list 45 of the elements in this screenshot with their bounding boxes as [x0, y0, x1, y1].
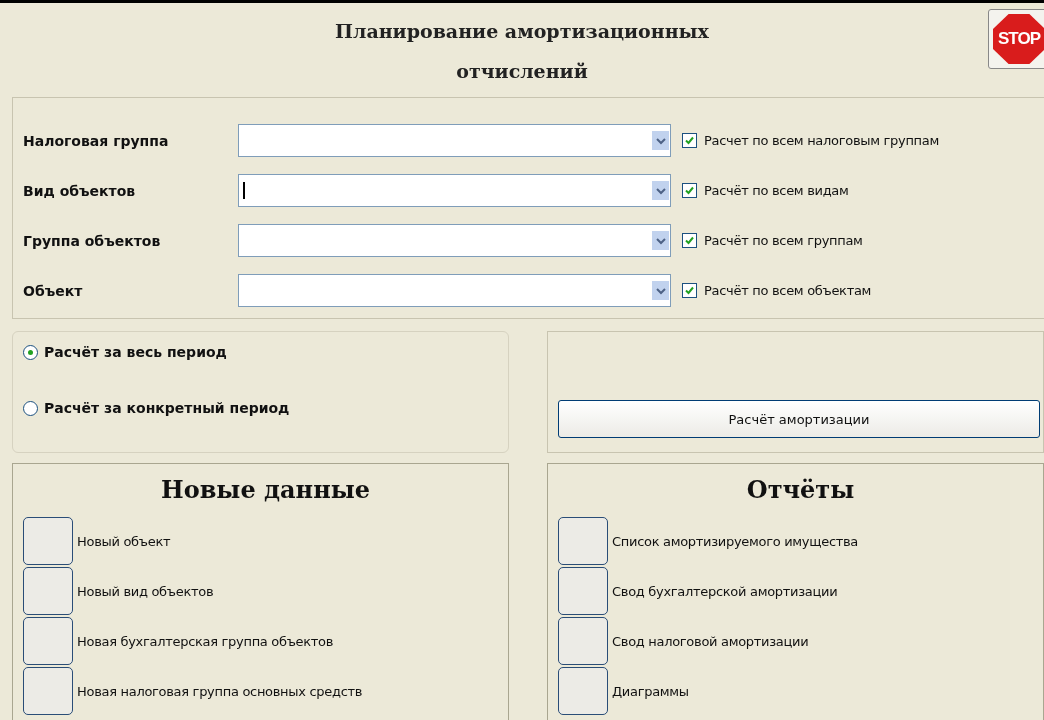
- combo-box[interactable]: [238, 224, 671, 257]
- field-label: Объект: [23, 282, 84, 299]
- checkbox[interactable]: [682, 133, 697, 148]
- combo-box[interactable]: [238, 174, 671, 207]
- radio-label: Расчёт за весь период: [44, 344, 227, 360]
- panel-heading: Новые данные: [159, 474, 372, 506]
- square-button[interactable]: [23, 667, 73, 715]
- button-label: Свод бухгалтерской амортизации: [612, 583, 838, 599]
- panel-heading: Отчёты: [745, 474, 856, 506]
- square-button[interactable]: [558, 517, 608, 565]
- checkbox[interactable]: [682, 283, 697, 298]
- combo-box[interactable]: [238, 274, 671, 307]
- radio-button[interactable]: [23, 400, 38, 416]
- square-button[interactable]: [558, 567, 608, 615]
- form-title: Планирование амортизационных отчислений: [334, 19, 710, 84]
- radio-button[interactable]: [23, 344, 38, 360]
- dropdown-icon[interactable]: [652, 231, 669, 250]
- square-button[interactable]: [23, 517, 73, 565]
- checkbox-label: Расчет по всем налоговым группам: [704, 133, 939, 148]
- button-label: Новый вид объектов: [77, 583, 214, 599]
- field-label: Вид объектов: [23, 182, 137, 199]
- calculate-button[interactable]: Расчёт амортизации: [558, 400, 1040, 438]
- dropdown-icon[interactable]: [652, 131, 669, 150]
- button-label: Новая налоговая группа основных средств: [77, 683, 363, 699]
- square-button[interactable]: [558, 667, 608, 715]
- square-button[interactable]: [558, 617, 608, 665]
- checkbox-label: Расчёт по всем объектам: [704, 283, 872, 298]
- checkbox-label: Расчёт по всем видам: [704, 183, 849, 198]
- checkbox-label: Расчёт по всем группам: [704, 233, 863, 248]
- checkbox[interactable]: [682, 233, 697, 248]
- dropdown-icon[interactable]: [652, 281, 669, 300]
- stop-button[interactable]: STOP: [988, 9, 1044, 69]
- square-button[interactable]: [23, 567, 73, 615]
- button-label: Свод налоговой амортизации: [612, 633, 809, 649]
- field-label: Группа объектов: [23, 232, 162, 249]
- button-label: Новый объект: [77, 533, 171, 549]
- dropdown-icon[interactable]: [652, 181, 669, 200]
- square-button[interactable]: [23, 617, 73, 665]
- button-label: Диаграммы: [612, 683, 689, 699]
- button-label: Список амортизируемого имущества: [612, 533, 859, 549]
- button-label: Новая бухгалтерская группа объектов: [77, 633, 334, 649]
- checkbox[interactable]: [682, 183, 697, 198]
- radio-label: Расчёт за конкретный период: [44, 400, 290, 416]
- field-label: Налоговая группа: [23, 132, 170, 149]
- combo-box[interactable]: [238, 124, 671, 157]
